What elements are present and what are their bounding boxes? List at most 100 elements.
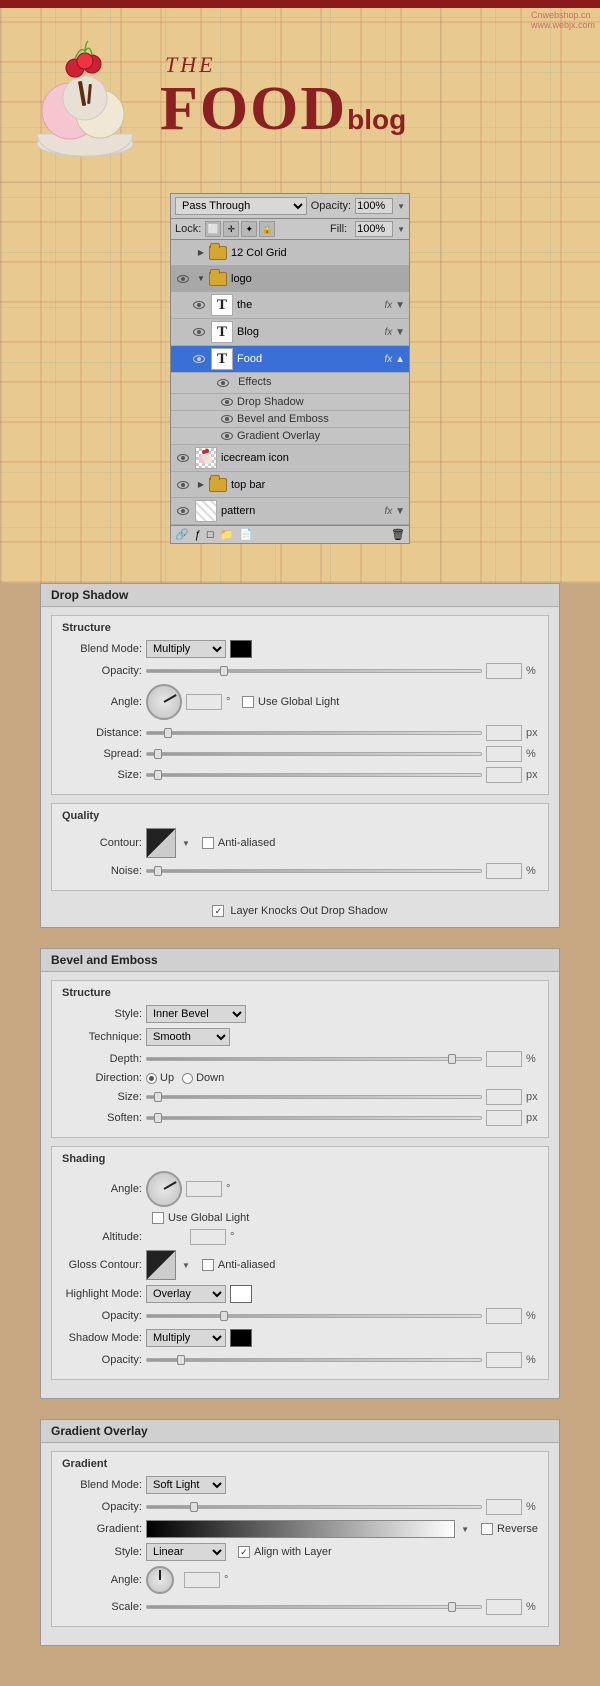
ds-spread-slider[interactable] bbox=[146, 752, 482, 756]
ds-opacity-input[interactable]: 25 bbox=[486, 663, 522, 679]
be-size-slider[interactable] bbox=[146, 1095, 482, 1099]
arrow-top-bar-icon[interactable]: ▶ bbox=[195, 479, 207, 491]
delete-layer-icon[interactable]: 🗑 bbox=[391, 528, 405, 541]
layer-blog[interactable]: T Blog fx ▼ bbox=[171, 319, 409, 346]
go-reverse-checkbox[interactable] bbox=[481, 1523, 493, 1535]
layer-food[interactable]: T Food fx ▲ bbox=[171, 346, 409, 373]
go-gradient-arrow[interactable]: ▼ bbox=[461, 1525, 469, 1534]
be-global-light-checkbox[interactable] bbox=[152, 1212, 164, 1224]
go-scale-input[interactable]: 100 bbox=[486, 1599, 522, 1615]
ds-angle-input[interactable]: 120 bbox=[186, 694, 222, 710]
be-soften-input[interactable]: 0 bbox=[486, 1110, 522, 1126]
ds-noise-slider[interactable] bbox=[146, 869, 482, 873]
be-contour-arrow[interactable]: ▼ bbox=[182, 1261, 190, 1270]
ds-distance-input[interactable]: 1 bbox=[486, 725, 522, 741]
arrow-logo-icon[interactable]: ▼ bbox=[195, 273, 207, 285]
layer-the[interactable]: T the fx ▼ bbox=[171, 292, 409, 319]
go-align-checkbox[interactable] bbox=[238, 1546, 250, 1558]
be-shadow-color[interactable] bbox=[230, 1329, 252, 1347]
ds-angle-dial[interactable] bbox=[146, 684, 182, 720]
layer-pattern[interactable]: pattern fx ▼ bbox=[171, 498, 409, 525]
go-scale-slider[interactable] bbox=[146, 1605, 482, 1609]
ds-layer-knocks-checkbox[interactable] bbox=[212, 905, 224, 917]
pattern-thumb bbox=[195, 500, 217, 522]
link-layers-icon[interactable]: 🔗 bbox=[175, 528, 189, 541]
be-angle-input[interactable]: 120 bbox=[186, 1181, 222, 1197]
go-opacity-input[interactable]: 15 bbox=[486, 1499, 522, 1515]
lock-position-icon[interactable]: ✦ bbox=[241, 221, 257, 237]
be-angle-dial[interactable] bbox=[146, 1171, 182, 1207]
be-technique-select[interactable]: Smooth Chisel Hard Chisel Soft bbox=[146, 1028, 230, 1046]
be-direction-up[interactable]: Up bbox=[146, 1072, 174, 1084]
eye-icecream-icon[interactable] bbox=[175, 450, 191, 466]
eye-food-icon[interactable] bbox=[191, 351, 207, 367]
ds-contour-arrow[interactable]: ▼ bbox=[182, 839, 190, 848]
be-gloss-contour-preview[interactable] bbox=[146, 1250, 176, 1280]
be-radio-up[interactable] bbox=[146, 1073, 157, 1084]
go-gradient-preview[interactable] bbox=[146, 1520, 455, 1538]
be-depth-input[interactable]: 100 bbox=[486, 1051, 522, 1067]
be-soften-slider[interactable] bbox=[146, 1116, 482, 1120]
add-style-icon[interactable]: ƒ bbox=[195, 529, 201, 541]
fill-dropdown-icon[interactable]: ▼ bbox=[397, 225, 405, 234]
be-radio-down[interactable] bbox=[182, 1073, 193, 1084]
layer-logo[interactable]: ▼ logo bbox=[171, 266, 409, 292]
ds-distance-slider[interactable] bbox=[146, 731, 482, 735]
lock-move-icon[interactable]: ✛ bbox=[223, 221, 239, 237]
be-highlight-opacity-input[interactable]: 25 bbox=[486, 1308, 522, 1324]
ds-size-slider[interactable] bbox=[146, 773, 482, 777]
eye-12col-icon[interactable] bbox=[175, 245, 191, 261]
be-highlight-mode-select[interactable]: Overlay Normal Screen bbox=[146, 1285, 226, 1303]
eye-blog-icon[interactable] bbox=[191, 324, 207, 340]
eye-the-icon[interactable] bbox=[191, 297, 207, 313]
eye-logo-icon[interactable] bbox=[175, 271, 191, 287]
ds-size-input[interactable]: 0 bbox=[486, 767, 522, 783]
ds-contour-preview[interactable] bbox=[146, 828, 176, 858]
effect-bevel-emboss[interactable]: Bevel and Emboss bbox=[171, 411, 409, 428]
new-layer-icon[interactable]: 📄 bbox=[239, 528, 253, 541]
fill-input[interactable] bbox=[355, 221, 393, 237]
ds-anti-aliased-checkbox[interactable] bbox=[202, 837, 214, 849]
be-altitude-input[interactable]: 30 bbox=[190, 1229, 226, 1245]
eye-bevel-emboss-icon[interactable] bbox=[221, 415, 233, 423]
be-shadow-opacity-slider[interactable] bbox=[146, 1358, 482, 1362]
be-style-select[interactable]: Inner Bevel Outer Bevel Emboss bbox=[146, 1005, 246, 1023]
ds-opacity-slider[interactable] bbox=[146, 669, 482, 673]
eye-top-bar-icon[interactable] bbox=[175, 477, 191, 493]
ds-color-swatch[interactable] bbox=[230, 640, 252, 658]
lock-transparent-icon[interactable]: ⬜ bbox=[205, 221, 221, 237]
effect-drop-shadow[interactable]: Drop Shadow bbox=[171, 394, 409, 411]
opacity-dropdown-icon[interactable]: ▼ bbox=[397, 202, 405, 211]
go-angle-dial[interactable] bbox=[146, 1566, 174, 1594]
be-anti-aliased-checkbox[interactable] bbox=[202, 1259, 214, 1271]
ds-global-light-checkbox[interactable] bbox=[242, 696, 254, 708]
be-size-input[interactable]: 0 bbox=[486, 1089, 522, 1105]
be-highlight-opacity-slider[interactable] bbox=[146, 1314, 482, 1318]
opacity-input[interactable] bbox=[355, 198, 393, 214]
ds-noise-input[interactable]: 0 bbox=[486, 863, 522, 879]
go-opacity-slider[interactable] bbox=[146, 1505, 482, 1509]
lock-all-icon[interactable]: 🔒 bbox=[259, 221, 275, 237]
add-mask-icon[interactable]: □ bbox=[207, 529, 214, 541]
blend-mode-select[interactable]: Pass Through Normal Multiply bbox=[175, 197, 307, 215]
eye-drop-shadow-icon[interactable] bbox=[221, 398, 233, 406]
be-highlight-color[interactable] bbox=[230, 1285, 252, 1303]
ds-blend-mode-select[interactable]: Multiply Normal Overlay bbox=[146, 640, 226, 658]
go-blend-mode-select[interactable]: Soft Light Normal Multiply Overlay bbox=[146, 1476, 226, 1494]
eye-gradient-overlay-icon[interactable] bbox=[221, 432, 233, 440]
go-style-select[interactable]: Linear Radial Angle bbox=[146, 1543, 226, 1561]
be-depth-slider[interactable] bbox=[146, 1057, 482, 1061]
be-direction-down[interactable]: Down bbox=[182, 1072, 224, 1084]
be-shadow-opacity-row: Opacity: 10 % bbox=[62, 1352, 538, 1368]
layer-icecream-icon[interactable]: icecream icon bbox=[171, 445, 409, 472]
layer-12-col-grid[interactable]: ▶ 12 Col Grid bbox=[171, 240, 409, 266]
effect-gradient-overlay[interactable]: Gradient Overlay bbox=[171, 428, 409, 445]
ds-spread-input[interactable]: 0 bbox=[486, 746, 522, 762]
be-shadow-opacity-input[interactable]: 10 bbox=[486, 1352, 522, 1368]
eye-pattern-icon[interactable] bbox=[175, 503, 191, 519]
go-angle-input[interactable]: 90 bbox=[184, 1572, 220, 1588]
new-group-icon[interactable]: 📁 bbox=[219, 528, 233, 541]
arrow-12col-icon[interactable]: ▶ bbox=[195, 247, 207, 259]
be-shadow-mode-select[interactable]: Multiply Normal Overlay bbox=[146, 1329, 226, 1347]
layer-top-bar[interactable]: ▶ top bar bbox=[171, 472, 409, 498]
